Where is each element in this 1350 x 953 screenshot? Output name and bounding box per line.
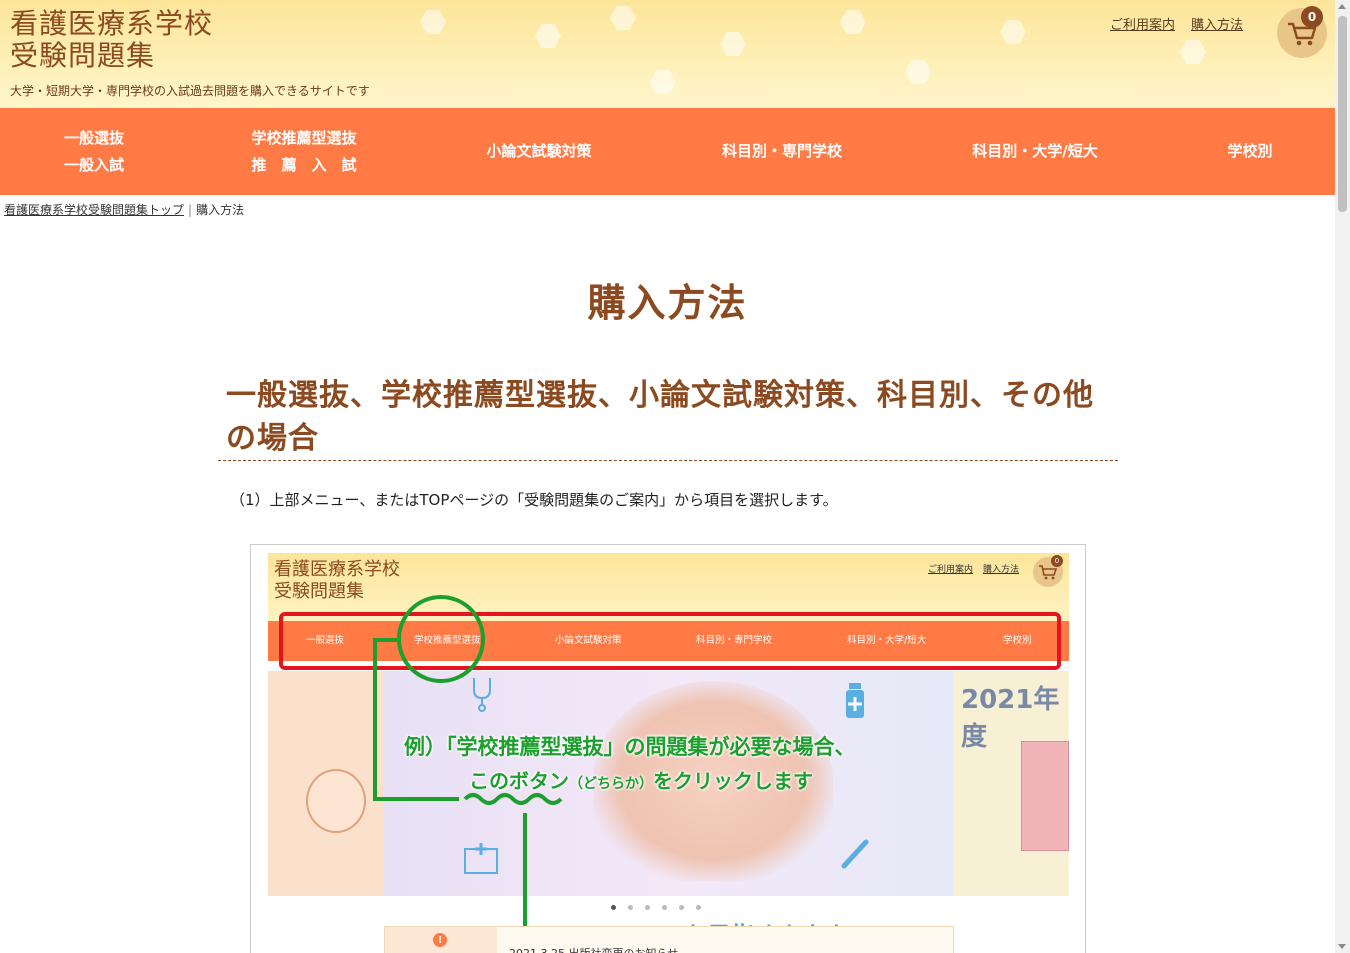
usage-guide-link[interactable]: ご利用案内 [1110,14,1175,33]
example-screenshot: 看護医療系学校 受験問題集 ご利用案内 購入方法 0 一般選抜 学校推薦型選抜 … [250,544,1086,953]
nav-label: 科目別・大学/短大 [972,142,1098,160]
breadcrumb-current: 購入方法 [196,203,245,217]
utility-links: ご利用案内 購入方法 [1110,14,1243,33]
scroll-thumb[interactable] [1338,16,1347,212]
decor-hexagon [1180,40,1206,64]
step-1-text: （1）上部メニュー、またはTOPページの「受験問題集のご案内」から項目を選択しま… [230,491,838,509]
example-news-text: 2021.3.25 出版社変更のお知らせ [509,945,678,953]
site-logo[interactable]: 看護医療系学校 受験問題集 [10,8,213,72]
page-scrollbar[interactable] [1335,0,1350,953]
breadcrumb-home-link[interactable]: 看護医療系学校受験問題集トップ [4,203,184,217]
carousel-dot [628,905,633,910]
nav-label: 一般選抜 [63,128,124,147]
decor-hexagon [420,10,446,34]
scroll-up-arrow-icon[interactable] [1338,4,1346,9]
nav-label: 小論文試験対策 [486,142,592,160]
nav-label: 学校推薦型選抜 [251,128,357,147]
page-title: 購入方法 [587,281,748,325]
section-heading: 一般選抜、学校推薦型選抜、小論文試験対策、科目別、その他の場合 [226,378,1094,456]
carousel-dot [645,905,650,910]
nav-general-selection[interactable]: 一般選抜 一般入試 [40,108,148,195]
cart-button[interactable]: 0 [1277,6,1327,58]
purchase-method-link[interactable]: 購入方法 [1191,14,1243,33]
cart-count-badge: 0 [1301,6,1323,28]
decor-hexagon [720,32,746,56]
carousel-dot [662,905,667,910]
main-nav: 一般選抜 一般入試 学校推薦型選抜 推 薦 入 試 小論文試験対策 科目別・専門… [0,108,1335,195]
decor-hexagon [840,10,866,34]
decor-hexagon [1000,20,1026,44]
callout-text-button: このボタン [469,769,569,793]
nav-school-recommendation[interactable]: 学校推薦型選抜 推 薦 入 試 [234,108,374,195]
nav-subject-university[interactable]: 科目別・大学/短大 [952,108,1118,195]
decor-hexagon [535,24,561,48]
carousel-dot [696,905,701,910]
nav-label: 一般入試 [63,155,124,174]
decor-hexagon [610,6,636,30]
breadcrumb-separator: | [188,203,193,217]
logo-line-2: 受験問題集 [10,39,156,72]
alert-icon: ! [433,933,447,947]
scroll-down-arrow-icon[interactable] [1338,944,1346,949]
callout-text-click: をクリックします [653,769,813,793]
decor-hexagon [905,60,931,84]
callout-text-either: （どちらか） [569,776,653,792]
example-news-box: ! 2021.3.25 出版社変更のお知らせ [384,926,954,953]
example-news-tab: ! [385,927,497,953]
nav-label: 学校別 [1227,142,1273,160]
nav-essay-exam[interactable]: 小論文試験対策 [466,108,612,195]
carousel-dot [679,905,684,910]
nav-subject-vocational[interactable]: 科目別・専門学校 [702,108,862,195]
nav-label: 科目別・専門学校 [721,142,842,160]
carousel-dot [611,905,616,910]
section-divider [218,460,1118,461]
callout-text-line-1: 例）「学校推薦型選抜」の問題集が必要な場合、 [404,735,856,759]
callout-text-line-2: このボタン（どちらか）をクリックします [469,765,813,794]
site-tagline: 大学・短期大学・専門学校の入試過去問題を購入できるサイトです [10,84,370,98]
nav-label: 推 薦 入 試 [251,155,357,174]
site-header: 看護医療系学校 受験問題集 大学・短期大学・専門学校の入試過去問題を購入できるサ… [0,0,1335,108]
breadcrumb: 看護医療系学校受験問題集トップ | 購入方法 [4,201,244,218]
carousel-dots [611,905,701,910]
nav-by-school[interactable]: 学校別 [1210,108,1290,195]
decor-hexagon [650,70,676,94]
logo-line-1: 看護医療系学校 [10,7,214,40]
